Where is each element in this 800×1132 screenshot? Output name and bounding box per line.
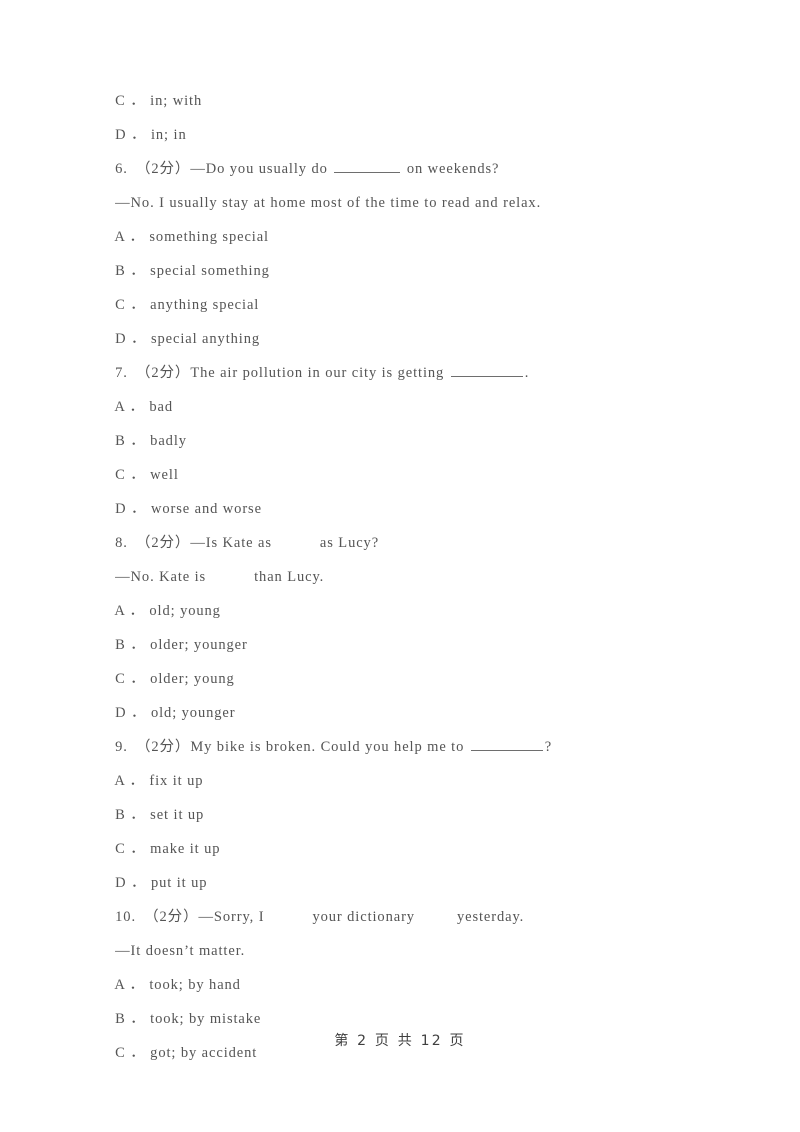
option-text: B ． older; younger [115, 637, 248, 653]
option-text: C ． well [115, 467, 179, 483]
question-stem-text: 8. （2分）—Is Kate as [115, 535, 272, 551]
option-text: B ． special something [115, 263, 270, 279]
option-text: C ． older; young [115, 671, 235, 687]
option-text: B ． badly [115, 433, 187, 449]
question-stem-text: 6. （2分）—Do you usually do [115, 161, 333, 177]
question-stem-tail: on weekends? [402, 161, 500, 177]
option-line: C ． in; with [88, 50, 728, 109]
answer-blank [450, 362, 523, 377]
page-footer: 第 2 页 共 12 页 [334, 1033, 466, 1049]
document-page: C ． in; with D ． in; in 6. （2分）—Do you u… [0, 0, 800, 1132]
option-text: B ． took; by mistake [115, 1011, 262, 1027]
option-text: D ． put it up [115, 875, 208, 891]
option-text: B ． set it up [115, 807, 205, 823]
question-stem-tail: ? [544, 739, 553, 755]
answer-text: —It doesn’t matter. [115, 943, 246, 959]
question-stem-tail: as Lucy? [319, 535, 380, 551]
option-text: C ． make it up [115, 841, 221, 857]
option-text: D ． in; in [115, 127, 187, 143]
option-text: A ． fix it up [114, 773, 204, 789]
answer-blank [470, 736, 543, 751]
option-text: A ． old; young [114, 603, 221, 619]
question-stem-text: 7. （2分）The air pollution in our city is … [115, 365, 449, 381]
question-stem-tail: yesterday. [456, 909, 525, 925]
answer-text: —No. I usually stay at home most of the … [115, 195, 542, 211]
option-text: C ． anything special [115, 297, 260, 313]
answer-tail: than Lucy. [254, 569, 325, 585]
question-stem-text: 9. （2分）My bike is broken. Could you help… [115, 739, 469, 755]
answer-blank [334, 158, 401, 173]
answer-text: —No. Kate is [115, 569, 207, 585]
option-text: D ． worse and worse [115, 501, 262, 517]
question-list: C ． in; with D ． in; in 6. （2分）—Do you u… [88, 50, 728, 1061]
option-text: A ． something special [114, 229, 269, 245]
option-text: D ． old; younger [115, 705, 236, 721]
option-text: D ． special anything [115, 331, 261, 347]
option-text: C ． in; with [115, 93, 203, 109]
question-stem-tail: . [524, 365, 530, 381]
option-line: D ． worse and worse [88, 458, 728, 517]
question-stem-mid: your dictionary [312, 909, 415, 925]
option-text: A ． took; by hand [114, 977, 241, 993]
option-text: A ． bad [114, 399, 174, 415]
question-stem-text: 10. （2分）—Sorry, I [115, 909, 265, 925]
option-line: B ． badly [88, 390, 728, 449]
